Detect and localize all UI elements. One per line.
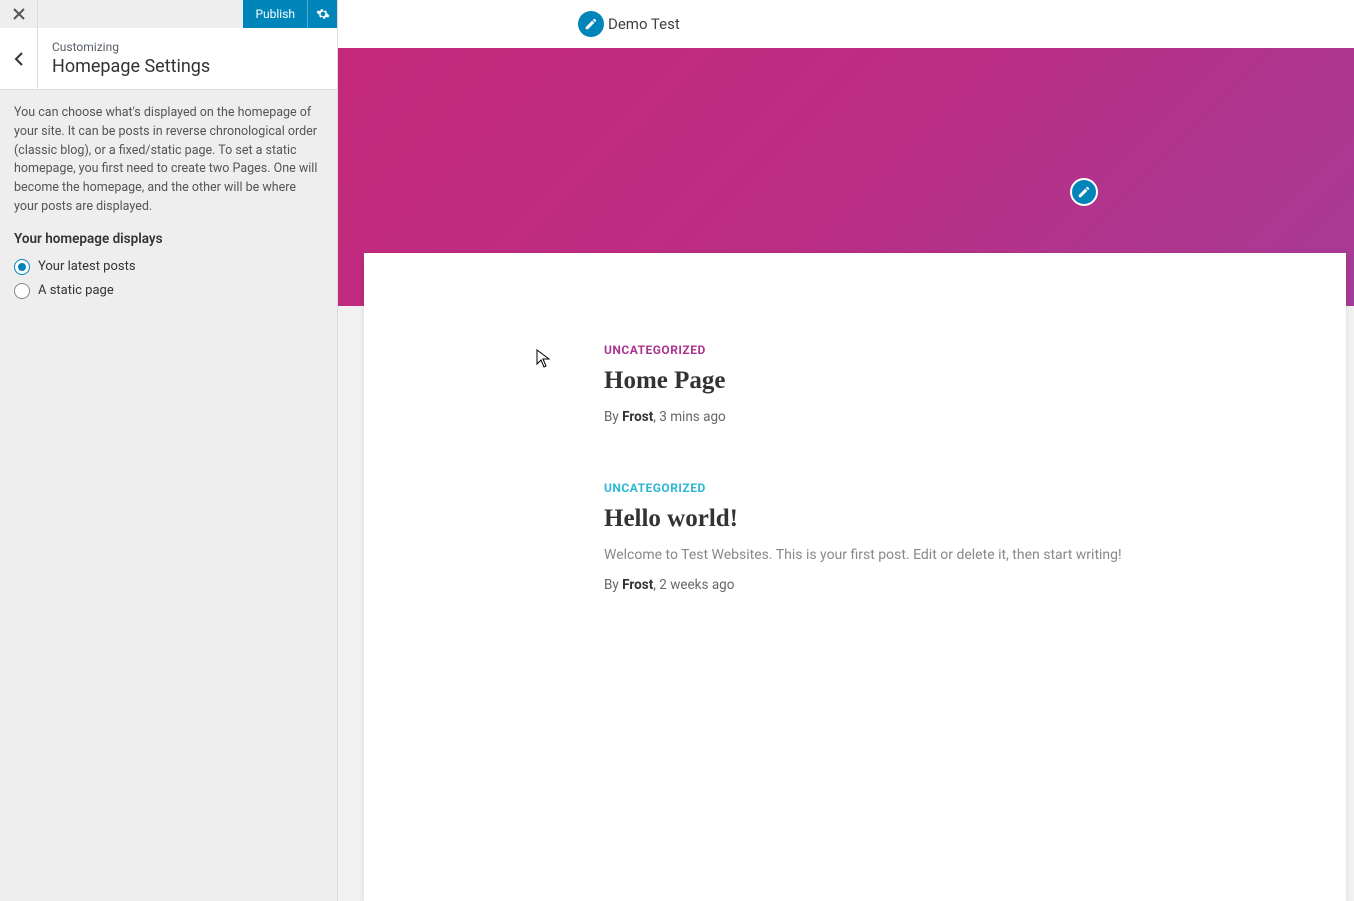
radio-icon xyxy=(14,259,30,275)
edit-shortcut-hero[interactable] xyxy=(1070,178,1098,206)
section-label: Your homepage displays xyxy=(0,231,337,255)
publish-button[interactable]: Publish xyxy=(243,0,307,28)
customizer-sidebar: Publish Customizing Homepage Settings Yo… xyxy=(0,0,338,901)
back-button[interactable] xyxy=(0,28,38,89)
post-item: UNCATEGORIZED Hello world! Welcome to Te… xyxy=(604,481,1286,593)
publish-label: Publish xyxy=(255,7,295,21)
post-time: 2 weeks ago xyxy=(659,577,734,593)
pencil-icon xyxy=(1077,185,1091,199)
radio-static-page[interactable]: A static page xyxy=(0,279,337,303)
post-meta: By Frost, 2 weeks ago xyxy=(604,577,1286,593)
customizing-label: Customizing xyxy=(52,40,210,54)
content-card: UNCATEGORIZED Home Page By Frost, 3 mins… xyxy=(364,253,1346,901)
sidebar-top-row: Publish xyxy=(0,0,337,28)
panel-description: You can choose what's displayed on the h… xyxy=(0,90,337,231)
post-time: 3 mins ago xyxy=(659,409,725,425)
site-title[interactable]: Demo Test xyxy=(608,15,680,33)
chevron-left-icon xyxy=(14,52,24,66)
cursor-icon xyxy=(536,349,550,369)
post-item: UNCATEGORIZED Home Page By Frost, 3 mins… xyxy=(604,343,1286,425)
post-title[interactable]: Hello world! xyxy=(604,505,1286,533)
panel-header: Customizing Homepage Settings xyxy=(0,28,337,90)
radio-label: A static page xyxy=(38,283,114,298)
post-excerpt: Welcome to Test Websites. This is your f… xyxy=(604,547,1286,563)
panel-title: Homepage Settings xyxy=(52,56,210,77)
close-icon xyxy=(13,8,25,20)
post-title[interactable]: Home Page xyxy=(604,367,1286,395)
radio-label: Your latest posts xyxy=(38,259,136,274)
publish-settings-button[interactable] xyxy=(307,0,337,28)
post-category[interactable]: UNCATEGORIZED xyxy=(604,481,1286,495)
gear-icon xyxy=(316,7,330,21)
by-label: By xyxy=(604,409,622,425)
pencil-icon xyxy=(584,17,598,31)
by-label: By xyxy=(604,577,622,593)
preview-pane: Demo Test UNCATEGORIZED Home Page By Fro… xyxy=(338,0,1354,901)
post-category[interactable]: UNCATEGORIZED xyxy=(604,343,1286,357)
site-header: Demo Test xyxy=(338,0,1354,48)
radio-latest-posts[interactable]: Your latest posts xyxy=(0,255,337,279)
post-meta: By Frost, 3 mins ago xyxy=(604,409,1286,425)
radio-icon xyxy=(14,283,30,299)
post-author[interactable]: Frost xyxy=(622,409,653,425)
post-author[interactable]: Frost xyxy=(622,577,653,593)
edit-shortcut-site-title[interactable] xyxy=(578,11,604,37)
close-button[interactable] xyxy=(0,0,38,28)
